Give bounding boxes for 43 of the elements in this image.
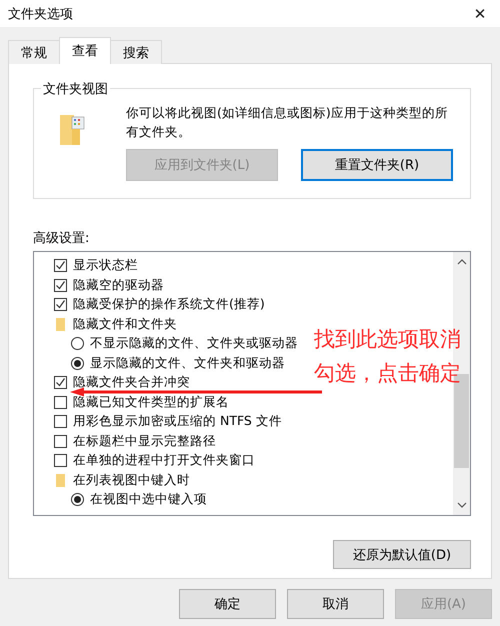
- section-label: 高级设置:: [33, 230, 90, 247]
- checkbox[interactable]: [54, 396, 67, 409]
- folder-icon: [56, 318, 65, 331]
- restore-defaults-button[interactable]: 还原为默认值(D): [333, 540, 471, 569]
- group-title: 文件夹视图: [41, 80, 110, 98]
- setting-label[interactable]: 不显示隐藏的文件、文件夹或驱动器: [90, 335, 298, 352]
- folder-view-button[interactable]: 重置文件夹(R): [301, 149, 453, 181]
- setting-label[interactable]: 隐藏文件和文件夹: [73, 316, 177, 333]
- checkbox[interactable]: [54, 259, 67, 272]
- folder-icon: [56, 474, 65, 487]
- setting-label[interactable]: 在视图中选中键入项: [90, 491, 207, 508]
- annotation-text: 勾选，点击确定: [314, 360, 461, 387]
- dialog-button[interactable]: 确定: [179, 589, 276, 619]
- setting-label[interactable]: 在单独的进程中打开文件夹窗口: [73, 452, 255, 470]
- close-button[interactable]: ✕: [460, 0, 500, 27]
- folder-icon: [58, 113, 86, 147]
- setting-label[interactable]: 隐藏已知文件类型的扩展名: [73, 394, 229, 411]
- setting-label[interactable]: 显示状态栏: [73, 257, 138, 274]
- setting-label[interactable]: 显示隐藏的文件、文件夹和驱动器: [90, 354, 285, 372]
- setting-label[interactable]: 隐藏文件夹合并冲突: [73, 374, 190, 392]
- radio-button[interactable]: [71, 493, 84, 506]
- setting-label[interactable]: 隐藏空的驱动器: [73, 276, 164, 294]
- tab[interactable]: 查看: [59, 37, 111, 64]
- checkbox[interactable]: [54, 434, 67, 448]
- setting-label[interactable]: 用彩色显示加密或压缩的 NTFS 文件: [73, 413, 282, 430]
- setting-label[interactable]: 隐藏受保护的操作系统文件(推荐): [73, 296, 265, 314]
- dialog-button[interactable]: 取消: [287, 589, 384, 619]
- window-title: 文件夹选项: [8, 6, 73, 22]
- checkbox[interactable]: [54, 415, 67, 428]
- tab[interactable]: 常规: [8, 40, 60, 64]
- radio-button[interactable]: [71, 337, 84, 350]
- checkbox[interactable]: [54, 376, 67, 390]
- scroll-up-icon[interactable]: [456, 258, 466, 266]
- tab[interactable]: 搜索: [110, 40, 162, 64]
- checkbox[interactable]: [54, 298, 67, 312]
- scroll-down-icon[interactable]: [456, 501, 466, 509]
- radio-button[interactable]: [71, 356, 84, 370]
- checkbox[interactable]: [54, 278, 67, 292]
- setting-label[interactable]: 在列表视图中键入时: [73, 472, 190, 489]
- annotation-text: 找到此选项取消: [314, 326, 461, 353]
- checkbox[interactable]: [54, 454, 67, 468]
- description-text: 你可以将此视图(如详细信息或图标)应用于这种类型的所有文件夹。: [126, 104, 449, 141]
- setting-label[interactable]: 在标题栏中显示完整路径: [73, 432, 216, 450]
